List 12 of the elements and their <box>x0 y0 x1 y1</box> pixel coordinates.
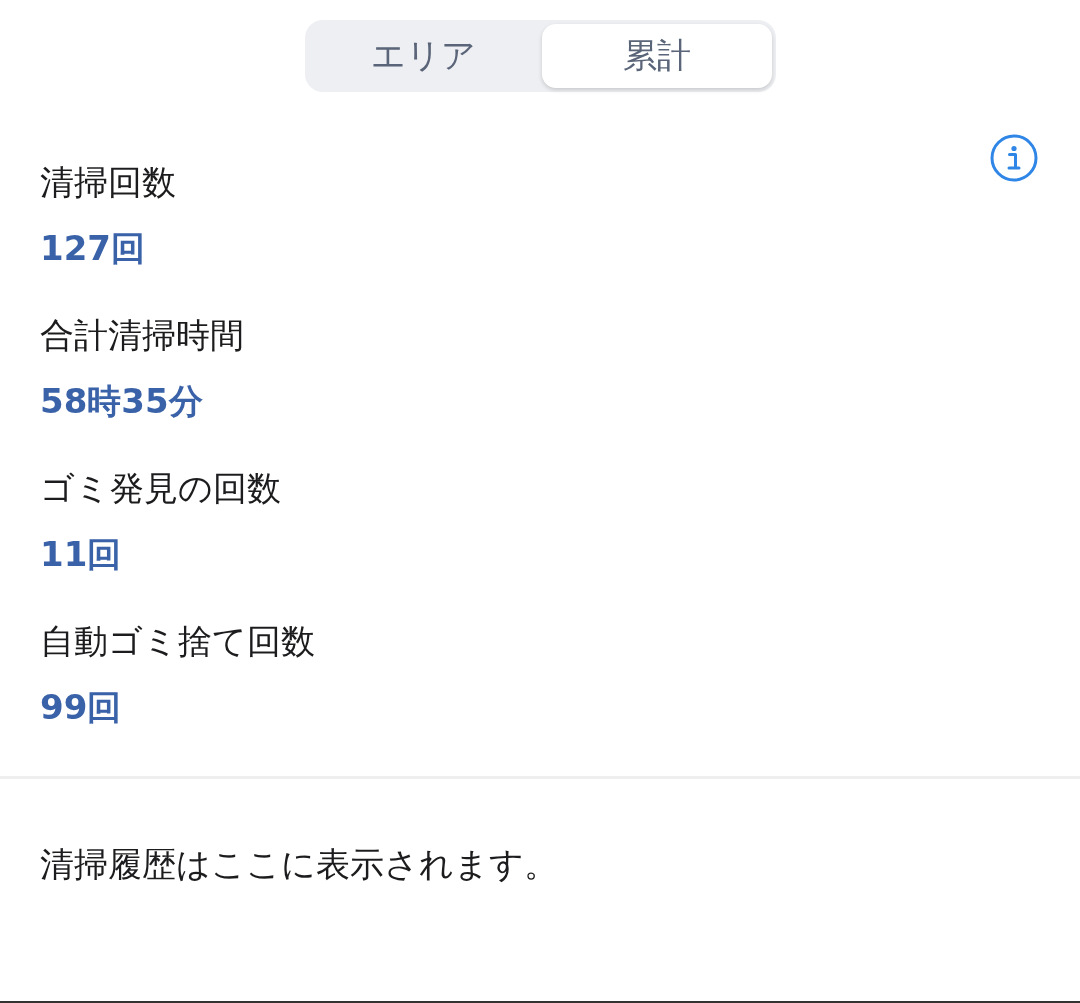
segment-tab[interactable]: エリア <box>308 24 538 88</box>
stat-label: 合計清掃時間 <box>40 314 244 357</box>
segment-tab[interactable]: 累計 <box>542 24 772 88</box>
stat-value: 127回 <box>40 227 145 270</box>
stat-label: 清掃回数 <box>40 161 176 204</box>
empty-history-message: 清掃履歴はここに表示されます。 <box>40 843 558 886</box>
stat-value: 11回 <box>40 533 122 576</box>
stat-value: 58時35分 <box>40 380 203 423</box>
info-icon[interactable] <box>990 134 1038 182</box>
stat-label: ゴミ発見の回数 <box>40 467 281 510</box>
stat-value: 99回 <box>40 686 122 729</box>
stat-label: 自動ゴミ捨て回数 <box>40 620 315 663</box>
